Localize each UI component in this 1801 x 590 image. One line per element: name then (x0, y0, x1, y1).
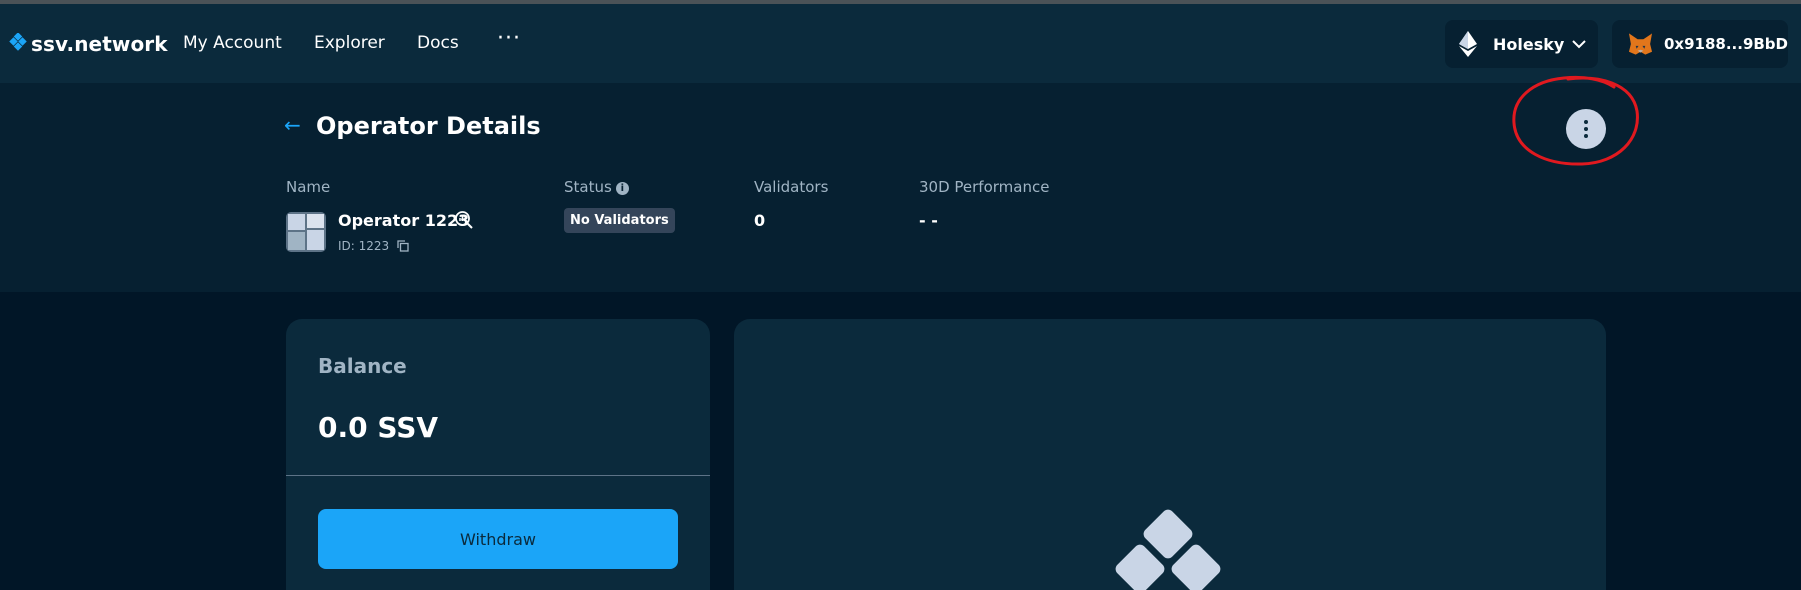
brand-logo[interactable]: ssv.network (9, 32, 168, 56)
operator-avatar (286, 212, 326, 252)
network-selector[interactable]: Holesky (1445, 20, 1598, 68)
status-column-label: Status i (564, 178, 629, 196)
ssv-logo-icon (9, 33, 27, 51)
arrow-left-icon[interactable]: ← (284, 113, 301, 137)
status-label-text: Status (564, 178, 612, 196)
operator-avatar-image (286, 212, 326, 252)
validators-column-label: Validators (754, 178, 829, 196)
wallet-address: 0x9188...9BbD (1663, 35, 1788, 53)
operator-id: ID: 1223 (338, 239, 390, 253)
balance-card: Balance 0.0 SSV Withdraw (286, 319, 710, 590)
ethereum-icon (1459, 31, 1477, 57)
nav-link-docs[interactable]: Docs (417, 33, 459, 53)
name-column-label: Name (286, 178, 331, 196)
ssv-logo-icon (1115, 509, 1221, 590)
balance-value: 0.0 SSV (318, 411, 439, 444)
status-badge: No Validators (564, 208, 675, 233)
copy-icon[interactable] (397, 240, 409, 252)
withdraw-button[interactable]: Withdraw (318, 509, 678, 569)
performance-column-label: 30D Performance (919, 178, 1050, 196)
red-circle-annotation (1512, 75, 1639, 166)
operator-name: Operator 1223 (338, 211, 470, 230)
search-chart-icon[interactable] (454, 210, 474, 230)
card-divider (286, 475, 710, 476)
nav-link-explorer[interactable]: Explorer (314, 33, 385, 53)
nav-link-my-account[interactable]: My Account (183, 33, 282, 53)
page-title: Operator Details (316, 112, 541, 140)
metamask-fox-icon (1628, 33, 1653, 55)
performance-chart-card (734, 319, 1606, 590)
logo-text: ssv.network (31, 32, 168, 56)
performance-value: - - (919, 211, 938, 230)
wallet-button[interactable]: 0x9188...9BbD (1612, 20, 1788, 68)
top-navbar: ssv.network My Account Explorer Docs ···… (0, 4, 1801, 83)
validators-value: 0 (754, 211, 766, 230)
info-icon[interactable]: i (615, 182, 629, 195)
network-label: Holesky (1493, 34, 1565, 54)
nav-more-menu[interactable]: ··· (497, 26, 521, 51)
chevron-down-icon (1572, 39, 1587, 48)
balance-label: Balance (318, 354, 407, 378)
